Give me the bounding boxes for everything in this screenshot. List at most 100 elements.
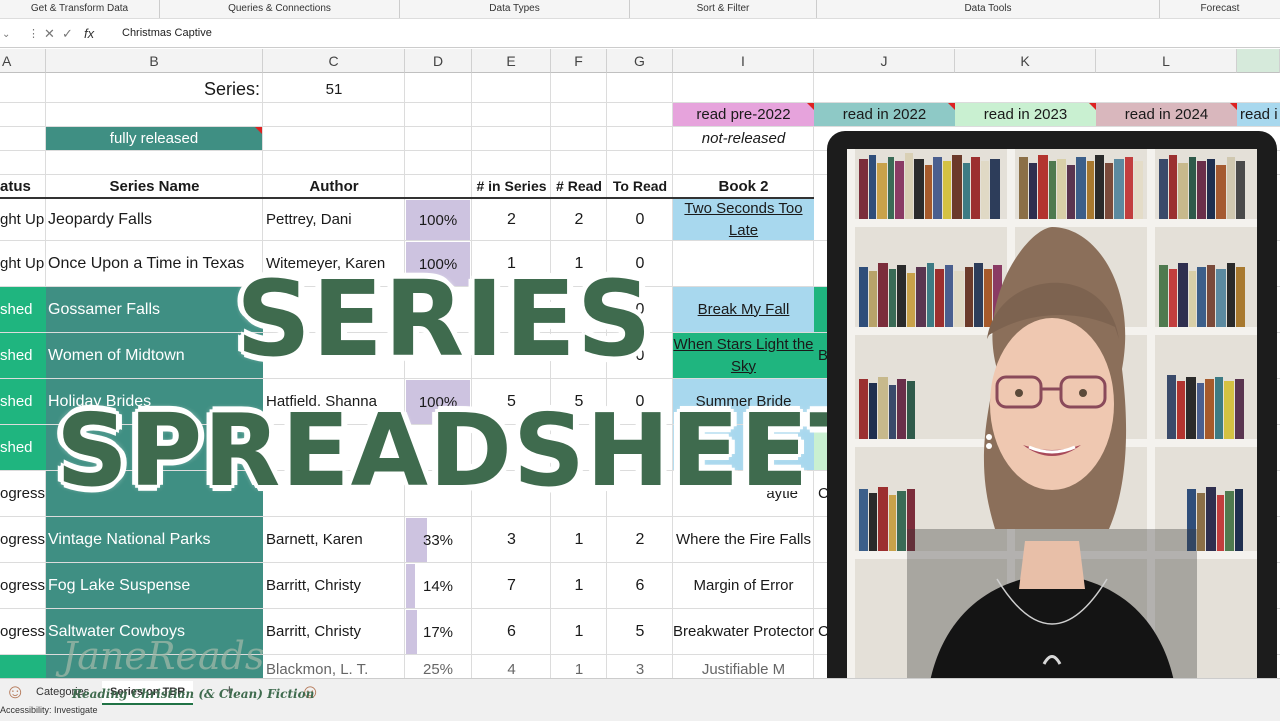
column-header-d[interactable]: D xyxy=(405,49,472,73)
cancel-icon[interactable]: ✕ xyxy=(44,26,55,42)
cell-series-name[interactable]: Women of Midtown xyxy=(46,333,263,378)
series-label[interactable]: Series: xyxy=(46,76,260,102)
header-author[interactable]: Author xyxy=(263,175,405,199)
cell-to-read[interactable]: 6 xyxy=(607,563,673,608)
overlay-title-series: SERIES xyxy=(236,258,653,380)
ribbon-group-queries[interactable]: Queries & Connections xyxy=(160,0,400,18)
legend-read-pre-2022[interactable]: read pre-2022 xyxy=(673,103,814,126)
cell-read[interactable]: 1 xyxy=(551,563,607,608)
cell-to-read[interactable]: 5 xyxy=(607,609,673,654)
cell-status[interactable]: shed xyxy=(0,425,46,470)
header-series-name[interactable]: Series Name xyxy=(46,175,263,199)
header-to-read[interactable]: To Read xyxy=(607,175,673,199)
presenter-illustration xyxy=(847,149,1257,699)
cell-author[interactable]: Blackmon, L. T. xyxy=(266,660,404,678)
cell-series-name[interactable]: Jeopardy Falls xyxy=(48,199,262,240)
column-header-l[interactable]: L xyxy=(1096,49,1237,73)
cell-author[interactable]: Barritt, Christy xyxy=(266,563,404,608)
comment-indicator xyxy=(255,127,262,134)
cell-status[interactable]: shed xyxy=(0,379,46,424)
accessibility-status[interactable]: Accessibility: Investigate xyxy=(0,705,98,715)
cell-status[interactable]: shed xyxy=(0,333,46,378)
cell-read[interactable]: 2 xyxy=(551,199,607,240)
column-header-b[interactable]: B xyxy=(46,49,263,73)
cell-to-read[interactable]: 0 xyxy=(607,199,673,240)
cell-read[interactable]: 1 xyxy=(551,609,607,654)
cell-in-series[interactable]: 7 xyxy=(472,563,551,608)
cell-in-series[interactable]: 3 xyxy=(472,517,551,562)
cell-book-2[interactable]: Breakwater Protector xyxy=(673,609,814,654)
cell-author[interactable]: Pettrey, Dani xyxy=(266,199,404,240)
cell-status[interactable]: ght Up xyxy=(0,241,46,286)
cell-status[interactable]: ogress xyxy=(0,517,46,562)
cell-status[interactable]: shed xyxy=(0,287,46,332)
header-read[interactable]: # Read xyxy=(551,175,607,199)
cell-percent[interactable]: 17% xyxy=(406,610,470,654)
legend-read-2023[interactable]: read in 2023 xyxy=(955,103,1096,126)
cell-status[interactable]: ogress xyxy=(0,609,46,654)
cell-percent[interactable]: 25% xyxy=(406,660,470,678)
enter-icon[interactable]: ✓ xyxy=(62,26,73,42)
column-header-c[interactable]: C xyxy=(263,49,405,73)
brand-logo: JaneReads xyxy=(62,634,265,678)
cell-percent[interactable]: 14% xyxy=(406,564,470,608)
ribbon-group-get-transform[interactable]: Get & Transform Data xyxy=(0,0,160,18)
cell-book-3[interactable]: B xyxy=(814,333,828,378)
cell-status[interactable]: ogress xyxy=(0,563,46,608)
column-header-k[interactable]: K xyxy=(955,49,1096,73)
cell-read[interactable]: 1 xyxy=(551,517,607,562)
cell-author[interactable]: Barritt, Christy xyxy=(266,609,404,654)
legend-not-released[interactable]: not-released xyxy=(673,127,814,150)
cell-book-2[interactable]: Two Seconds Too Late xyxy=(673,199,814,240)
cell-book-2[interactable]: Justifiable M xyxy=(673,660,814,678)
legend-read-2022-label: read in 2022 xyxy=(842,106,927,123)
cell-read[interactable]: 1 xyxy=(551,660,607,678)
header-percent[interactable] xyxy=(405,175,472,199)
legend-fully-released[interactable]: fully released xyxy=(46,127,262,150)
cell-status[interactable]: ght Up xyxy=(0,199,46,240)
ribbon-group-forecast[interactable]: Forecast xyxy=(1160,0,1280,18)
webcam-tablet-frame xyxy=(827,131,1277,717)
cell-series-name[interactable]: Vintage National Parks xyxy=(46,517,263,562)
column-header-a[interactable]: A xyxy=(0,49,46,73)
cell-percent[interactable]: 33% xyxy=(406,518,470,562)
cell-in-series[interactable]: 4 xyxy=(472,660,551,678)
cell-book-3[interactable] xyxy=(814,287,828,332)
cell-book-2[interactable]: When Stars Light the Sky xyxy=(673,333,814,378)
cell-percent[interactable]: 100% xyxy=(406,200,470,240)
namebox-dropdown-icon[interactable]: ⌄ xyxy=(2,29,10,40)
cell-to-read[interactable]: 2 xyxy=(607,517,673,562)
cell-in-series[interactable]: 2 xyxy=(472,199,551,240)
header-book-2[interactable]: Book 2 xyxy=(673,175,814,199)
comment-indicator xyxy=(1089,103,1096,110)
cell-author[interactable]: Barnett, Karen xyxy=(266,517,404,562)
legend-read-2024[interactable]: read in 2024 xyxy=(1096,103,1237,126)
column-header-f[interactable]: F xyxy=(551,49,607,73)
cell-book-2[interactable]: Where the Fire Falls xyxy=(673,517,814,562)
formula-input[interactable]: Christmas Captive xyxy=(122,27,212,39)
column-header-j[interactable]: J xyxy=(814,49,955,73)
cell-book-2[interactable]: Break My Fall xyxy=(673,287,814,332)
cell-status[interactable] xyxy=(0,655,46,678)
cell-series-name[interactable]: Fog Lake Suspense xyxy=(46,563,263,608)
cell-to-read[interactable]: 3 xyxy=(607,660,673,678)
more-options-icon[interactable]: ⋮ xyxy=(28,27,39,40)
column-header-e[interactable]: E xyxy=(472,49,551,73)
ribbon-group-data-types[interactable]: Data Types xyxy=(400,0,630,18)
cell-series-name[interactable]: Gossamer Falls xyxy=(46,287,263,332)
ribbon-group-sort-filter[interactable]: Sort & Filter xyxy=(630,0,817,18)
cell-book-2[interactable]: Margin of Error xyxy=(673,563,814,608)
cell-status[interactable]: ogress xyxy=(0,471,46,516)
header-in-series[interactable]: # in Series xyxy=(472,175,551,199)
column-header-m[interactable] xyxy=(1237,49,1280,73)
legend-read-next[interactable]: read i xyxy=(1237,103,1280,126)
header-status[interactable]: atus xyxy=(0,175,46,199)
legend-read-2022[interactable]: read in 2022 xyxy=(814,103,955,126)
series-count[interactable]: 51 xyxy=(263,76,405,102)
cell-series-name[interactable]: Once Upon a Time in Texas xyxy=(48,241,262,286)
cell-in-series[interactable]: 6 xyxy=(472,609,551,654)
column-header-g[interactable]: G xyxy=(607,49,673,73)
column-header-i[interactable]: I xyxy=(673,49,814,73)
function-icon[interactable]: fx xyxy=(84,26,94,41)
ribbon-group-data-tools[interactable]: Data Tools xyxy=(817,0,1160,18)
